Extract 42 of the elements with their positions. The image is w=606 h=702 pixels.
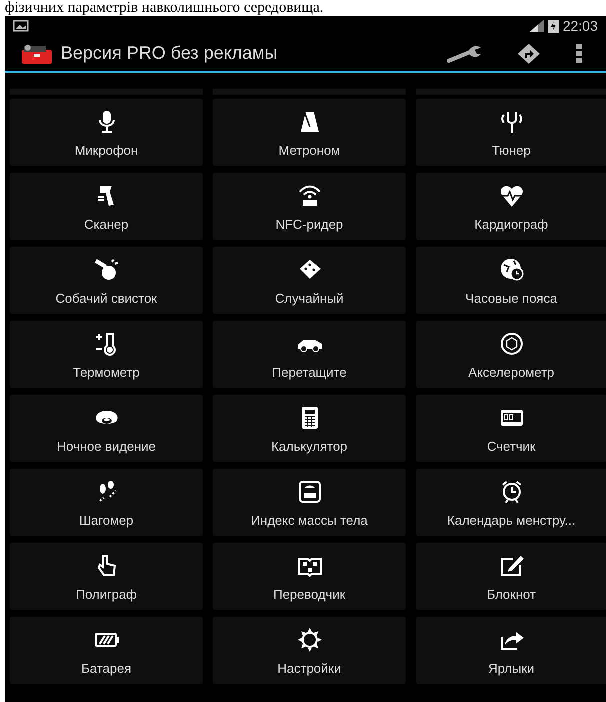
tool-tile[interactable]: Батарея	[10, 617, 203, 684]
battery-charging-icon	[548, 19, 559, 33]
tool-tile[interactable]: Сканер	[10, 173, 203, 240]
tool-tile[interactable]: Акселерометр	[416, 321, 606, 388]
tool-tile[interactable]: Полиграф	[10, 543, 203, 610]
tool-tile[interactable]: Случайный	[213, 247, 406, 314]
tool-tile[interactable]: Калькулятор	[213, 395, 406, 462]
overflow-menu-icon[interactable]	[575, 42, 583, 64]
tool-tile[interactable]: NFC-ридер	[213, 173, 406, 240]
tool-tile[interactable]: Часовые пояса	[416, 247, 606, 314]
tool-tile[interactable]: Счетчик	[416, 395, 606, 462]
tool-tile[interactable]: Индекс массы тела	[213, 469, 406, 536]
tool-tile[interactable]: Календарь менстру...	[416, 469, 606, 536]
toolbox-icon	[20, 42, 54, 64]
tool-tile[interactable]: Шагомер	[10, 469, 203, 536]
caption-text: фізичних параметрів навколишнього середовища.	[5, 0, 324, 16]
tool-tile[interactable]: Тюнер	[416, 99, 606, 166]
tool-tile[interactable]: Ночное видение	[10, 395, 203, 462]
tool-tile[interactable]: Кардиограф	[416, 173, 606, 240]
pencil-square-icon	[498, 553, 524, 579]
tool-tile[interactable]: Перетащите	[213, 321, 406, 388]
tool-tile[interactable]: Метроном	[213, 99, 406, 166]
tool-tile[interactable]: Термометр	[10, 321, 203, 388]
cube-circle-icon	[498, 331, 524, 357]
settings-icon	[296, 627, 322, 653]
tool-tile[interactable]: Ярлыки	[416, 617, 606, 684]
app-title: Версия PRO без рекламы	[61, 42, 278, 65]
whistle-icon	[94, 257, 120, 283]
status-time: 22:03	[562, 16, 598, 36]
tool-tile[interactable]: Микрофон	[10, 99, 203, 166]
tool-tile[interactable]: Переводчик	[213, 543, 406, 610]
globe-clock-icon	[498, 257, 524, 283]
tuning-fork-icon	[498, 109, 524, 135]
signal-icon	[530, 20, 544, 32]
nfc-icon	[296, 183, 322, 209]
direction-sign-icon[interactable]	[517, 42, 541, 64]
scale-icon	[296, 479, 322, 505]
tool-tile[interactable]: Собачий свисток	[10, 247, 203, 314]
wrench-icon[interactable]	[447, 44, 483, 62]
tool-tile[interactable]: Настройки	[213, 617, 406, 684]
picture-notification-icon	[13, 20, 29, 32]
tool-tile[interactable]: Блокнот	[416, 543, 606, 610]
